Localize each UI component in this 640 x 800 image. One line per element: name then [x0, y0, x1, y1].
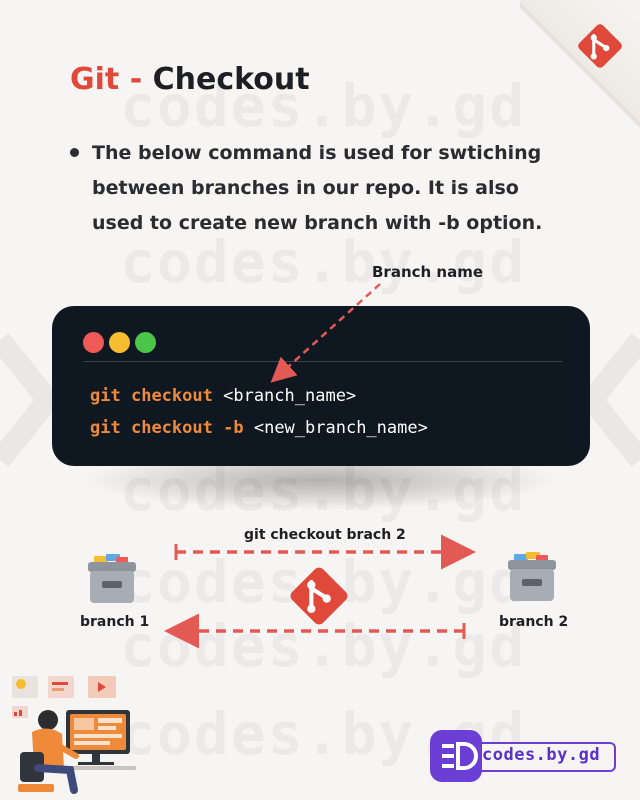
git-logo-icon [290, 567, 348, 625]
developer-illustration [12, 676, 136, 794]
title-main: Checkout [152, 62, 310, 97]
background-chevron-right [584, 333, 640, 467]
background-chevron-left [0, 333, 60, 467]
code-command: git [90, 418, 121, 438]
minimize-dot-icon [109, 332, 130, 353]
terminal-divider [84, 361, 562, 362]
code-argument: <branch_name> [223, 386, 357, 406]
branch-name-label: Branch name [372, 263, 484, 281]
description-text: The below command is used for swtiching … [92, 142, 543, 234]
close-dot-icon [83, 332, 104, 353]
git-logo-icon [578, 24, 622, 68]
page-title: Git - Checkout [70, 62, 310, 97]
branch-2-label: branch 2 [499, 614, 569, 630]
code-line-checkout: git checkout <branch_name> [90, 386, 356, 406]
code-subcommand: checkout [130, 386, 213, 406]
brand-logo: codes.by.gd [430, 730, 620, 782]
code-subcommand: checkout [130, 418, 213, 438]
code-command: git [90, 386, 121, 406]
brand-name: codes.by.gd [482, 745, 601, 765]
switch-command-label: git checkout brach 2 [244, 527, 406, 543]
code-line-checkout-new: git checkout -b <new_branch_name> [90, 418, 428, 438]
code-flag: -b [223, 418, 244, 438]
terminal-window: git checkout <branch_name> git checkout … [52, 306, 590, 466]
title-accent: Git - [70, 62, 153, 97]
archive-box-icon [508, 552, 556, 601]
archive-box-icon [88, 554, 136, 603]
branch-1-label: branch 1 [80, 614, 150, 630]
maximize-dot-icon [135, 332, 156, 353]
bullet-icon [70, 148, 79, 157]
code-argument: <new_branch_name> [253, 418, 428, 438]
brand-badge-icon [430, 730, 482, 782]
